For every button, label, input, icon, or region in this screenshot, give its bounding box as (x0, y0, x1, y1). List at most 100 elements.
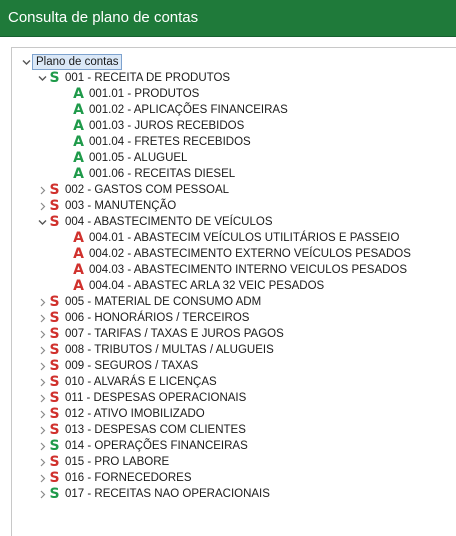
synthetic-account-icon: S (49, 294, 60, 310)
synthetic-account-icon: S (49, 342, 60, 358)
chevron-right-icon[interactable] (36, 390, 48, 406)
chevron-right-icon[interactable] (36, 406, 48, 422)
tree-node-group[interactable]: S 005 - MATERIAL DE CONSUMO ADM (36, 294, 261, 310)
tree-node-account[interactable]: A 001.01 - PRODUTOS (60, 86, 199, 102)
tree-node-account[interactable]: A 001.04 - FRETES RECEBIDOS (60, 134, 251, 150)
chevron-right-icon[interactable] (36, 310, 48, 326)
tree-node-label[interactable]: 010 - ALVARÁS E LICENÇAS (65, 374, 217, 390)
tree-root[interactable]: Plano de contas (20, 54, 123, 70)
chevron-right-icon[interactable] (36, 342, 48, 358)
chevron-right-icon[interactable] (36, 438, 48, 454)
tree-root-label[interactable]: Plano de contas (32, 54, 123, 70)
chevron-right-icon[interactable] (36, 374, 48, 390)
tree-node-label[interactable]: 001.03 - JUROS RECEBIDOS (89, 118, 244, 134)
tree-node-label[interactable]: 001.06 - RECEITAS DIESEL (89, 166, 235, 182)
synthetic-account-icon: S (49, 422, 60, 438)
tree-node-label[interactable]: 004.02 - ABASTECIMENTO EXTERNO VEÍCULOS … (89, 246, 411, 262)
tree-node-label[interactable]: 015 - PRO LABORE (65, 454, 169, 470)
tree-node-label[interactable]: 009 - SEGUROS / TAXAS (65, 358, 198, 374)
chevron-down-icon[interactable] (36, 214, 48, 230)
chevron-right-icon[interactable] (36, 182, 48, 198)
analytic-account-icon: A (73, 230, 84, 246)
tree-node-label[interactable]: 003 - MANUTENÇÃO (65, 198, 176, 214)
tree-node-label[interactable]: 014 - OPERAÇÕES FINANCEIRAS (65, 438, 248, 454)
synthetic-account-icon: S (49, 406, 60, 422)
tree-node-group[interactable]: S 007 - TARIFAS / TAXAS E JUROS PAGOS (36, 326, 284, 342)
synthetic-account-icon: S (49, 214, 60, 230)
chevron-right-icon[interactable] (36, 486, 48, 502)
tree-node-account[interactable]: A 004.01 - ABASTECIM VEÍCULOS UTILITÁRIOS… (60, 230, 399, 246)
analytic-account-icon: A (73, 262, 84, 278)
analytic-account-icon: A (73, 166, 84, 182)
analytic-account-icon: A (73, 134, 84, 150)
tree-node-group[interactable]: S 012 - ATIVO IMOBILIZADO (36, 406, 205, 422)
tree-node-group[interactable]: S 001 - RECEITA DE PRODUTOS (36, 70, 230, 86)
tree-node-account[interactable]: A 001.05 - ALUGUEL (60, 150, 187, 166)
tree-node-group[interactable]: S 010 - ALVARÁS E LICENÇAS (36, 374, 217, 390)
tree-node-group[interactable]: S 013 - DESPESAS COM CLIENTES (36, 422, 246, 438)
tree-node-group[interactable]: S 006 - HONORÁRIOS / TERCEIROS (36, 310, 249, 326)
tree-node-account[interactable]: A 001.02 - APLICAÇÕES FINANCEIRAS (60, 102, 288, 118)
chevron-down-icon[interactable] (36, 70, 48, 86)
chevron-down-icon[interactable] (20, 54, 32, 70)
synthetic-account-icon: S (49, 198, 60, 214)
tree-node-label[interactable]: 006 - HONORÁRIOS / TERCEIROS (65, 310, 249, 326)
chevron-right-icon[interactable] (36, 326, 48, 342)
analytic-account-icon: A (73, 86, 84, 102)
tree-node-group[interactable]: S 003 - MANUTENÇÃO (36, 198, 176, 214)
synthetic-account-icon: S (49, 374, 60, 390)
tree-node-group[interactable]: S 014 - OPERAÇÕES FINANCEIRAS (36, 438, 248, 454)
tree-node-account[interactable]: A 004.02 - ABASTECIMENTO EXTERNO VEÍCULOS… (60, 246, 411, 262)
tree-node-label[interactable]: 001 - RECEITA DE PRODUTOS (65, 70, 230, 86)
synthetic-account-icon: S (49, 358, 60, 374)
synthetic-account-icon: S (49, 454, 60, 470)
analytic-account-icon: A (73, 246, 84, 262)
tree-node-label[interactable]: 001.01 - PRODUTOS (89, 86, 199, 102)
tree-node-group[interactable]: S 011 - DESPESAS OPERACIONAIS (36, 390, 246, 406)
chevron-right-icon[interactable] (36, 294, 48, 310)
chevron-right-icon[interactable] (36, 470, 48, 486)
synthetic-account-icon: S (49, 486, 60, 502)
tree-node-label[interactable]: 001.05 - ALUGUEL (89, 150, 187, 166)
tree-node-label[interactable]: 004 - ABASTECIMENTO DE VEÍCULOS (65, 214, 273, 230)
tree-node-group[interactable]: S 015 - PRO LABORE (36, 454, 169, 470)
tree-node-group[interactable]: S 009 - SEGUROS / TAXAS (36, 358, 198, 374)
synthetic-account-icon: S (49, 470, 60, 486)
tree-node-group[interactable]: S 017 - RECEITAS NAO OPERACIONAIS (36, 486, 270, 502)
synthetic-account-icon: S (49, 310, 60, 326)
tree-node-group[interactable]: S 008 - TRIBUTOS / MULTAS / ALUGUEIS (36, 342, 274, 358)
tree-node-label[interactable]: 008 - TRIBUTOS / MULTAS / ALUGUEIS (65, 342, 274, 358)
tree-node-label[interactable]: 004.03 - ABASTECIMENTO INTERNO VEICULOS … (89, 262, 407, 278)
chevron-right-icon[interactable] (36, 454, 48, 470)
tree-node-label[interactable]: 001.04 - FRETES RECEBIDOS (89, 134, 251, 150)
tree-node-group[interactable]: S 004 - ABASTECIMENTO DE VEÍCULOS (36, 214, 273, 230)
tree-node-group[interactable]: S 016 - FORNECEDORES (36, 470, 192, 486)
tree-node-account[interactable]: A 004.03 - ABASTECIMENTO INTERNO VEICULOS… (60, 262, 407, 278)
tree-node-account[interactable]: A 001.06 - RECEITAS DIESEL (60, 166, 235, 182)
account-tree[interactable]: Plano de contas S 001 - RECEITA DE PRODUT… (11, 47, 456, 536)
tree-node-label[interactable]: 013 - DESPESAS COM CLIENTES (65, 422, 246, 438)
tree-node-label[interactable]: 002 - GASTOS COM PESSOAL (65, 182, 229, 198)
tree-node-label[interactable]: 001.02 - APLICAÇÕES FINANCEIRAS (89, 102, 288, 118)
tree-node-account[interactable]: A 001.03 - JUROS RECEBIDOS (60, 118, 244, 134)
chevron-right-icon[interactable] (36, 358, 48, 374)
tree-node-label[interactable]: 016 - FORNECEDORES (65, 470, 192, 486)
tree-node-label[interactable]: 004.01 - ABASTECIM VEÍCULOS UTILITÁRIOS … (89, 230, 399, 246)
tree-node-group[interactable]: S 002 - GASTOS COM PESSOAL (36, 182, 229, 198)
tree-node-label[interactable]: 012 - ATIVO IMOBILIZADO (65, 406, 205, 422)
chevron-right-icon[interactable] (36, 422, 48, 438)
tree-node-label[interactable]: 017 - RECEITAS NAO OPERACIONAIS (65, 486, 270, 502)
window-titlebar: Consulta de plano de contas (0, 0, 456, 37)
chevron-right-icon[interactable] (36, 198, 48, 214)
tree-node-account[interactable]: A 004.04 - ABASTEC ARLA 32 VEIC PESADOS (60, 278, 324, 294)
tree-node-label[interactable]: 011 - DESPESAS OPERACIONAIS (65, 390, 246, 406)
tree-node-label[interactable]: 004.04 - ABASTEC ARLA 32 VEIC PESADOS (89, 278, 324, 294)
tree-node-label[interactable]: 005 - MATERIAL DE CONSUMO ADM (65, 294, 261, 310)
tree-node-label[interactable]: 007 - TARIFAS / TAXAS E JUROS PAGOS (65, 326, 284, 342)
